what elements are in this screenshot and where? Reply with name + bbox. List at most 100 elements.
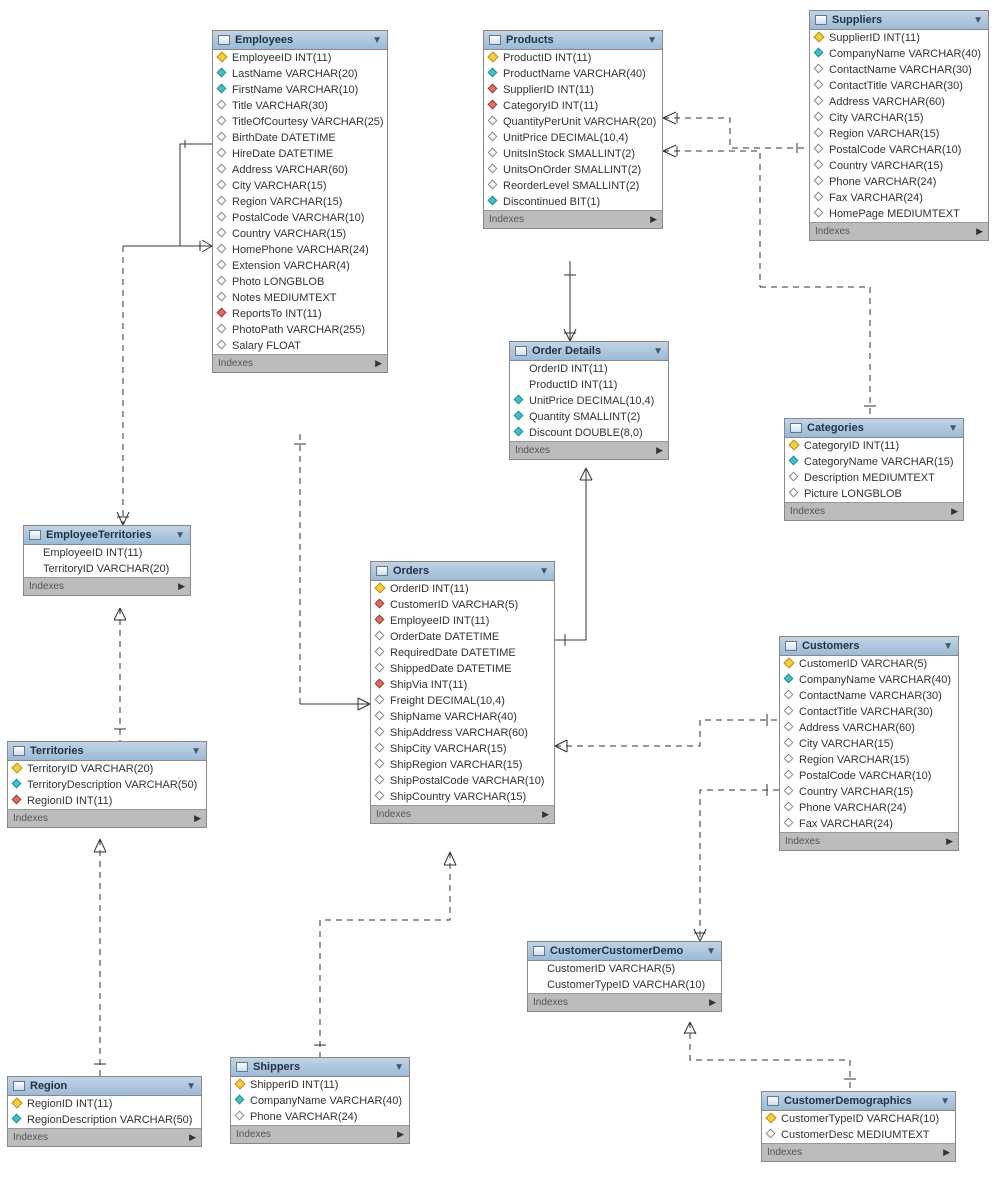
- table-header[interactable]: Suppliers▼: [810, 11, 988, 30]
- indexes-section[interactable]: Indexes▶: [810, 222, 988, 240]
- table-header[interactable]: Region▼: [8, 1077, 201, 1096]
- column-row[interactable]: City VARCHAR(15): [780, 736, 958, 752]
- column-row[interactable]: PostalCode VARCHAR(10): [810, 142, 988, 158]
- indexes-section[interactable]: Indexes▶: [510, 441, 668, 459]
- column-row[interactable]: UnitsInStock SMALLINT(2): [484, 146, 662, 162]
- column-row[interactable]: CustomerTypeID VARCHAR(10): [762, 1111, 955, 1127]
- table-EmployeeTerritories[interactable]: EmployeeTerritories▼EmployeeID INT(11)Te…: [23, 525, 191, 596]
- expand-icon[interactable]: ▶: [709, 997, 716, 1008]
- column-row[interactable]: Description MEDIUMTEXT: [785, 470, 963, 486]
- collapse-icon[interactable]: ▼: [372, 35, 382, 46]
- column-row[interactable]: Fax VARCHAR(24): [810, 190, 988, 206]
- column-row[interactable]: PostalCode VARCHAR(10): [213, 210, 387, 226]
- table-CustomerDemographics[interactable]: CustomerDemographics▼CustomerTypeID VARC…: [761, 1091, 956, 1162]
- table-header[interactable]: Products▼: [484, 31, 662, 50]
- column-row[interactable]: RegionID INT(11): [8, 793, 206, 809]
- column-row[interactable]: Phone VARCHAR(24): [231, 1109, 409, 1125]
- table-header[interactable]: Categories▼: [785, 419, 963, 438]
- column-row[interactable]: CategoryName VARCHAR(15): [785, 454, 963, 470]
- column-row[interactable]: ShipCountry VARCHAR(15): [371, 789, 554, 805]
- column-row[interactable]: Notes MEDIUMTEXT: [213, 290, 387, 306]
- column-row[interactable]: ReorderLevel SMALLINT(2): [484, 178, 662, 194]
- table-header[interactable]: Orders▼: [371, 562, 554, 581]
- column-row[interactable]: Picture LONGBLOB: [785, 486, 963, 502]
- column-row[interactable]: Freight DECIMAL(10,4): [371, 693, 554, 709]
- expand-icon[interactable]: ▶: [943, 1147, 950, 1158]
- collapse-icon[interactable]: ▼: [191, 746, 201, 757]
- column-row[interactable]: SupplierID INT(11): [484, 82, 662, 98]
- column-row[interactable]: Country VARCHAR(15): [810, 158, 988, 174]
- table-Region[interactable]: Region▼RegionID INT(11)RegionDescription…: [7, 1076, 202, 1147]
- column-row[interactable]: ShippedDate DATETIME: [371, 661, 554, 677]
- column-row[interactable]: RegionDescription VARCHAR(50): [8, 1112, 201, 1128]
- table-Products[interactable]: Products▼ProductID INT(11)ProductName VA…: [483, 30, 663, 229]
- column-row[interactable]: FirstName VARCHAR(10): [213, 82, 387, 98]
- collapse-icon[interactable]: ▼: [653, 346, 663, 357]
- expand-icon[interactable]: ▶: [189, 1132, 196, 1143]
- column-row[interactable]: ContactTitle VARCHAR(30): [780, 704, 958, 720]
- collapse-icon[interactable]: ▼: [539, 566, 549, 577]
- column-row[interactable]: OrderID INT(11): [510, 361, 668, 377]
- column-row[interactable]: PostalCode VARCHAR(10): [780, 768, 958, 784]
- column-row[interactable]: CompanyName VARCHAR(40): [231, 1093, 409, 1109]
- column-row[interactable]: ShipName VARCHAR(40): [371, 709, 554, 725]
- indexes-section[interactable]: Indexes▶: [24, 577, 190, 595]
- column-row[interactable]: ContactName VARCHAR(30): [810, 62, 988, 78]
- table-header[interactable]: Territories▼: [8, 742, 206, 761]
- column-row[interactable]: Country VARCHAR(15): [213, 226, 387, 242]
- column-row[interactable]: RegionID INT(11): [8, 1096, 201, 1112]
- indexes-section[interactable]: Indexes▶: [484, 210, 662, 228]
- table-Territories[interactable]: Territories▼TerritoryID VARCHAR(20)Terri…: [7, 741, 207, 828]
- column-row[interactable]: LastName VARCHAR(20): [213, 66, 387, 82]
- indexes-section[interactable]: Indexes▶: [213, 354, 387, 372]
- indexes-section[interactable]: Indexes▶: [231, 1125, 409, 1143]
- table-header[interactable]: EmployeeTerritories▼: [24, 526, 190, 545]
- column-row[interactable]: Phone VARCHAR(24): [810, 174, 988, 190]
- column-row[interactable]: Quantity SMALLINT(2): [510, 409, 668, 425]
- column-row[interactable]: Region VARCHAR(15): [810, 126, 988, 142]
- column-row[interactable]: ShipPostalCode VARCHAR(10): [371, 773, 554, 789]
- column-row[interactable]: ContactTitle VARCHAR(30): [810, 78, 988, 94]
- column-row[interactable]: Salary FLOAT: [213, 338, 387, 354]
- table-Categories[interactable]: Categories▼CategoryID INT(11)CategoryNam…: [784, 418, 964, 521]
- column-row[interactable]: City VARCHAR(15): [810, 110, 988, 126]
- column-row[interactable]: OrderID INT(11): [371, 581, 554, 597]
- table-OrderDetails[interactable]: Order Details▼OrderID INT(11)ProductID I…: [509, 341, 669, 460]
- column-row[interactable]: ProductID INT(11): [484, 50, 662, 66]
- collapse-icon[interactable]: ▼: [394, 1062, 404, 1073]
- table-header[interactable]: Employees▼: [213, 31, 387, 50]
- column-row[interactable]: TitleOfCourtesy VARCHAR(25): [213, 114, 387, 130]
- indexes-section[interactable]: Indexes▶: [8, 1128, 201, 1146]
- column-row[interactable]: Country VARCHAR(15): [780, 784, 958, 800]
- column-row[interactable]: ShipVia INT(11): [371, 677, 554, 693]
- expand-icon[interactable]: ▶: [375, 358, 382, 369]
- expand-icon[interactable]: ▶: [178, 581, 185, 592]
- collapse-icon[interactable]: ▼: [943, 641, 953, 652]
- expand-icon[interactable]: ▶: [650, 214, 657, 225]
- table-Employees[interactable]: Employees▼EmployeeID INT(11)LastName VAR…: [212, 30, 388, 373]
- column-row[interactable]: CustomerID VARCHAR(5): [528, 961, 721, 977]
- collapse-icon[interactable]: ▼: [948, 423, 958, 434]
- column-row[interactable]: TerritoryID VARCHAR(20): [8, 761, 206, 777]
- column-row[interactable]: ShipAddress VARCHAR(60): [371, 725, 554, 741]
- indexes-section[interactable]: Indexes▶: [762, 1143, 955, 1161]
- column-row[interactable]: Fax VARCHAR(24): [780, 816, 958, 832]
- column-row[interactable]: PhotoPath VARCHAR(255): [213, 322, 387, 338]
- column-row[interactable]: CustomerID VARCHAR(5): [371, 597, 554, 613]
- column-row[interactable]: CategoryID INT(11): [484, 98, 662, 114]
- expand-icon[interactable]: ▶: [397, 1129, 404, 1140]
- indexes-section[interactable]: Indexes▶: [8, 809, 206, 827]
- column-row[interactable]: ContactName VARCHAR(30): [780, 688, 958, 704]
- column-row[interactable]: Discount DOUBLE(8,0): [510, 425, 668, 441]
- indexes-section[interactable]: Indexes▶: [785, 502, 963, 520]
- column-row[interactable]: Extension VARCHAR(4): [213, 258, 387, 274]
- column-row[interactable]: TerritoryID VARCHAR(20): [24, 561, 190, 577]
- column-row[interactable]: Discontinued BIT(1): [484, 194, 662, 210]
- column-row[interactable]: ProductID INT(11): [510, 377, 668, 393]
- collapse-icon[interactable]: ▼: [186, 1081, 196, 1092]
- column-row[interactable]: CompanyName VARCHAR(40): [780, 672, 958, 688]
- column-row[interactable]: EmployeeID INT(11): [213, 50, 387, 66]
- collapse-icon[interactable]: ▼: [175, 530, 185, 541]
- column-row[interactable]: Phone VARCHAR(24): [780, 800, 958, 816]
- expand-icon[interactable]: ▶: [656, 445, 663, 456]
